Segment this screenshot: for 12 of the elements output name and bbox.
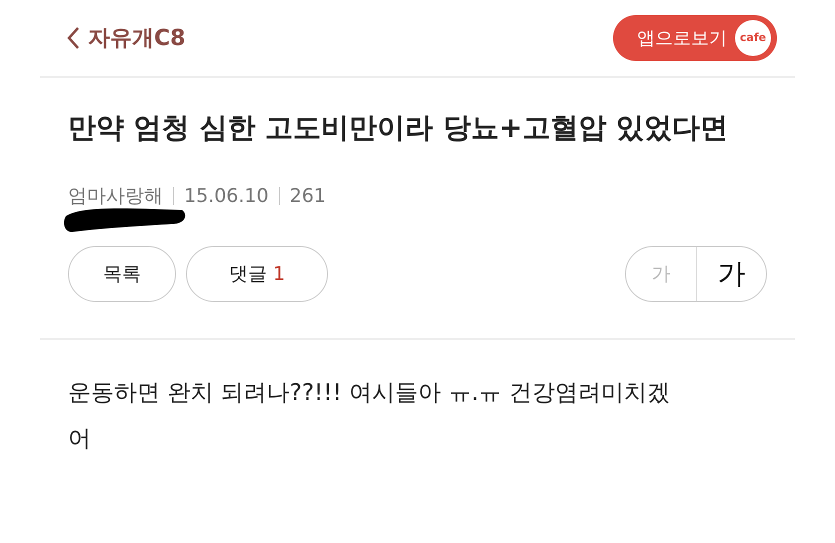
post-date: 15.06.10 — [184, 184, 269, 209]
cafe-badge: cafe — [735, 20, 771, 56]
post-body: 운동하면 완치 되려나??!!! 여시들아 ㅠ.ㅠ 건강염려미치겠어 — [67, 379, 671, 454]
back-chevron-icon — [66, 26, 80, 50]
view-count: 261 — [290, 184, 326, 209]
font-size-option[interactable]: 가 — [696, 247, 766, 301]
post-title: 만약 엄청 심한 고도비만이라 당뇨+고혈압 있었다면 — [68, 110, 730, 146]
back-link[interactable]: 자유개C8 — [66, 22, 186, 54]
list-button[interactable]: 목록 — [68, 246, 176, 302]
author-name: 엄마사랑해 — [68, 184, 163, 207]
open-in-app-button[interactable]: 앱으로보기 cafe — [613, 15, 777, 61]
comments-button[interactable]: 댓글 1 — [186, 246, 328, 302]
